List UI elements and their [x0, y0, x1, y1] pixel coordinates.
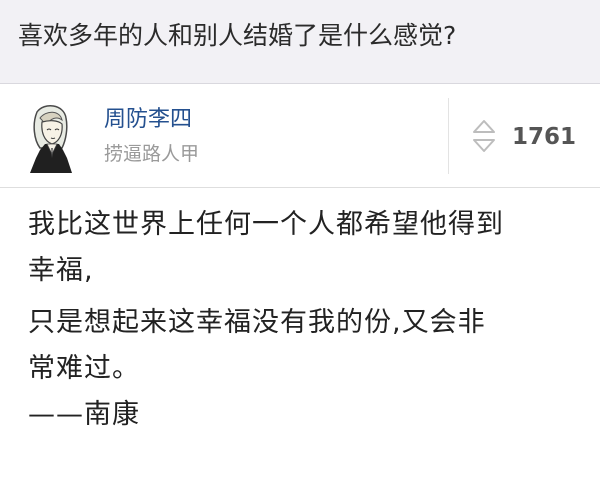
vote-arrows-icon[interactable]	[470, 114, 498, 160]
question-header[interactable]: 喜欢多年的人和别人结婚了是什么感觉?	[0, 0, 600, 84]
answer-text-line: 幸福,	[28, 255, 94, 286]
answer-text-line: 我比这世界上任何一个人都希望他得到	[28, 209, 504, 240]
vote-widget[interactable]: 1761	[470, 114, 580, 160]
answer-page: 喜欢多年的人和别人结婚了是什么感觉? 周防李四 捞逼路人甲 1761 我比这世界…	[0, 0, 600, 493]
answer-text-line: 常难过。	[28, 353, 140, 384]
vote-count: 1761	[512, 124, 577, 150]
author-name[interactable]: 周防李四	[104, 106, 192, 134]
answer-signature: ——南康	[28, 399, 140, 430]
question-title[interactable]: 喜欢多年的人和别人结婚了是什么感觉?	[18, 20, 456, 52]
author-bio: 捞逼路人甲	[104, 143, 200, 165]
answer-author-header: 周防李四 捞逼路人甲 1761	[0, 84, 600, 188]
answer-body: 我比这世界上任何一个人都希望他得到 幸福, 只是想起来这幸福没有我的份,又会非 …	[0, 188, 600, 493]
vote-divider	[448, 98, 449, 174]
answer-text-line: 只是想起来这幸福没有我的份,又会非	[28, 307, 486, 338]
cartoon-avatar-icon[interactable]	[22, 102, 76, 174]
